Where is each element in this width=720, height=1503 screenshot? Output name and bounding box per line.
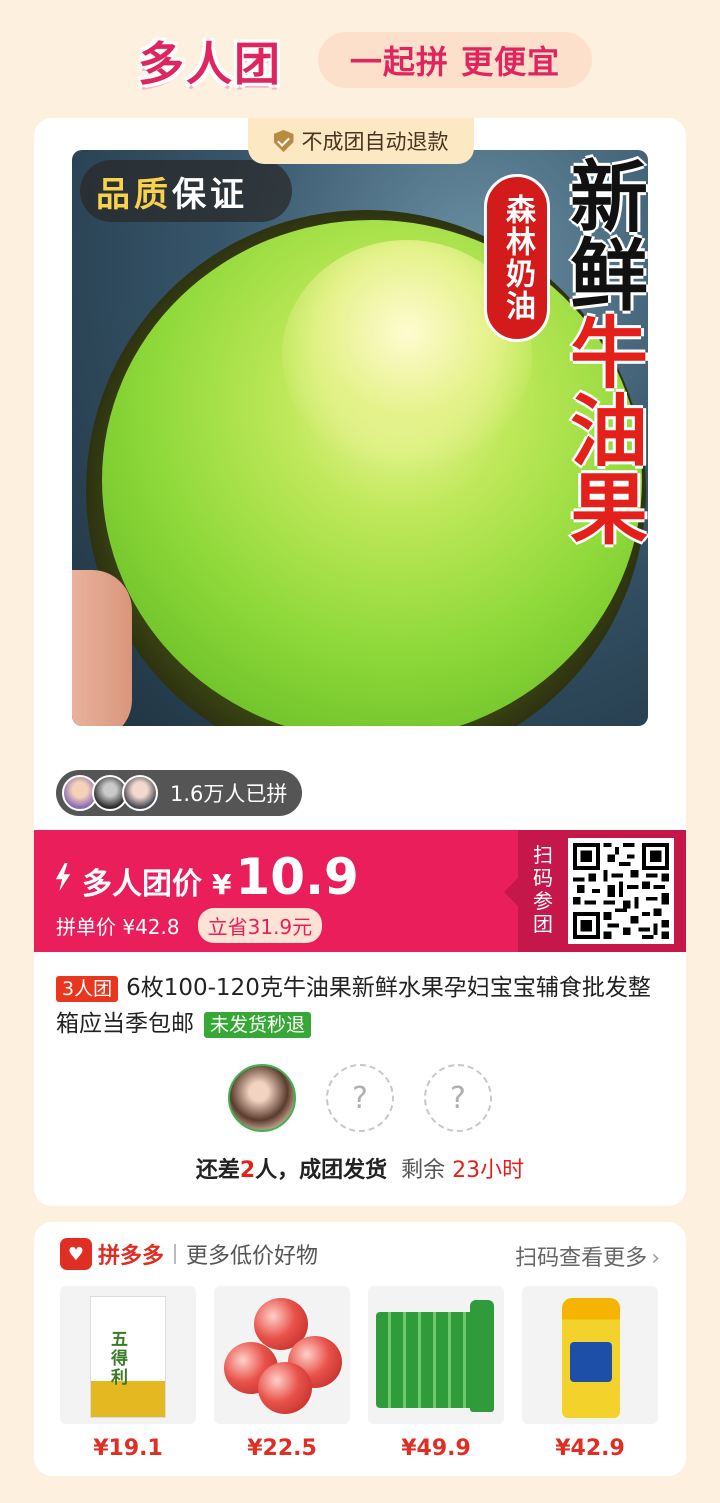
remaining-time: 23小时: [452, 1158, 525, 1183]
recommendation-header: ♥ 拼多多 更多低价好物: [60, 1238, 318, 1270]
qr-code-icon[interactable]: [568, 838, 674, 944]
recommendation-list: ¥19.1 ¥22.5 ¥49.9 ¥42.9: [60, 1286, 658, 1461]
lightning-icon: [55, 863, 71, 891]
slogan-badge: 一起拼 更便宜: [318, 32, 592, 88]
recommend-item-sprite[interactable]: ¥49.9: [368, 1286, 504, 1461]
hand-illustration: [72, 570, 132, 726]
quality-text-1: 品质: [96, 174, 172, 215]
joined-count-pill: 1.6万人已拼: [56, 770, 302, 816]
empty-member-slot[interactable]: ?: [326, 1064, 394, 1132]
variety-tag: 森林奶油: [484, 174, 550, 342]
scan-label: 扫码参团: [533, 843, 553, 936]
item-price: ¥22.5: [247, 1436, 317, 1461]
bottle-illustration: [470, 1300, 494, 1412]
divider: [174, 1244, 177, 1264]
single-price: 拼单价 ¥42.8: [56, 915, 180, 939]
recommend-item-oil[interactable]: ¥42.9: [522, 1286, 658, 1461]
quality-text-2: 保证: [172, 174, 248, 215]
chevron-right-icon: ›: [651, 1246, 660, 1271]
refund-before-ship-tag: 未发货秒退: [204, 1012, 312, 1038]
scan-to-join[interactable]: 扫码参团: [504, 830, 686, 952]
headline-red: 牛油果: [557, 312, 647, 546]
currency-symbol: ¥: [212, 868, 232, 901]
item-price: ¥42.9: [555, 1436, 625, 1461]
apple-thumbnail: [214, 1286, 350, 1424]
pinduoduo-logo-icon: ♥: [60, 1238, 92, 1270]
group-leader-avatar: [228, 1064, 296, 1132]
refund-guarantee-tag: 不成团自动退款: [248, 118, 474, 164]
remaining-label: 剩余: [401, 1158, 446, 1183]
group-buy-card: 不成团自动退款 品质 保证 森林奶油 新鲜 牛油果 1.6万人已拼 多人团价 ¥ 1…: [34, 118, 686, 1206]
refund-text: 不成团自动退款: [301, 130, 449, 154]
product-image[interactable]: 品质 保证 森林奶油 新鲜 牛油果: [72, 150, 648, 726]
price-bar: 多人团价 ¥ 10.9 拼单价 ¥42.8 立省31.9元 扫码参团: [34, 830, 686, 952]
status-text: 人，成团发货: [255, 1158, 388, 1183]
avatar: [122, 775, 158, 811]
empty-member-slot[interactable]: ?: [424, 1064, 492, 1132]
group-price-label: 多人团价: [82, 867, 202, 902]
single-price-row: 拼单价 ¥42.8 立省31.9元: [56, 908, 323, 943]
group-price: 多人团价 ¥ 10.9: [54, 848, 359, 906]
save-badge: 立省31.9元: [197, 908, 323, 943]
view-more-text: 扫码查看更多: [515, 1246, 648, 1271]
flour-bag-illustration: [90, 1296, 166, 1418]
page-title: 多人团: [138, 37, 282, 91]
group-status: 还差2人，成团发货 剩余 23小时: [34, 1152, 686, 1184]
item-price: ¥19.1: [93, 1436, 163, 1461]
recommendation-subtitle: 更多低价好物: [186, 1244, 319, 1269]
quality-badge: 品质 保证: [80, 160, 292, 222]
joined-count: 1.6万人已拼: [170, 782, 288, 806]
headline-black: 新鲜: [557, 156, 647, 312]
item-price: ¥49.9: [401, 1436, 471, 1461]
recommend-item-apple[interactable]: ¥22.5: [214, 1286, 350, 1461]
recommendation-card: ♥ 拼多多 更多低价好物 扫码查看更多› ¥19.1 ¥22.5: [34, 1222, 686, 1476]
apple-illustration: [258, 1362, 312, 1414]
image-headline: 新鲜 牛油果: [556, 156, 648, 720]
status-text: 还差: [195, 1158, 240, 1183]
sprite-thumbnail: [368, 1286, 504, 1424]
oil-bottle-illustration: [562, 1298, 620, 1418]
avatar-stack: [62, 775, 158, 811]
brand-name: 拼多多: [98, 1244, 165, 1269]
view-more-link[interactable]: 扫码查看更多 ›: [515, 1240, 660, 1272]
group-price-value: 10.9: [235, 848, 359, 906]
status-missing-count: 2: [239, 1158, 256, 1183]
product-title[interactable]: 3人团 6枚100-120克牛油果新鲜水果孕妇宝宝辅食批发整箱应当季包邮 未发货秒退: [56, 970, 666, 1042]
product-title-text: 6枚100-120克牛油果新鲜水果孕妇宝宝辅食批发整箱应当季包邮: [56, 975, 651, 1037]
flour-thumbnail: [60, 1286, 196, 1424]
oil-thumbnail: [522, 1286, 658, 1424]
recommend-item-flour[interactable]: ¥19.1: [60, 1286, 196, 1461]
shield-check-icon: [273, 130, 294, 152]
group-size-tag: 3人团: [56, 976, 119, 1002]
